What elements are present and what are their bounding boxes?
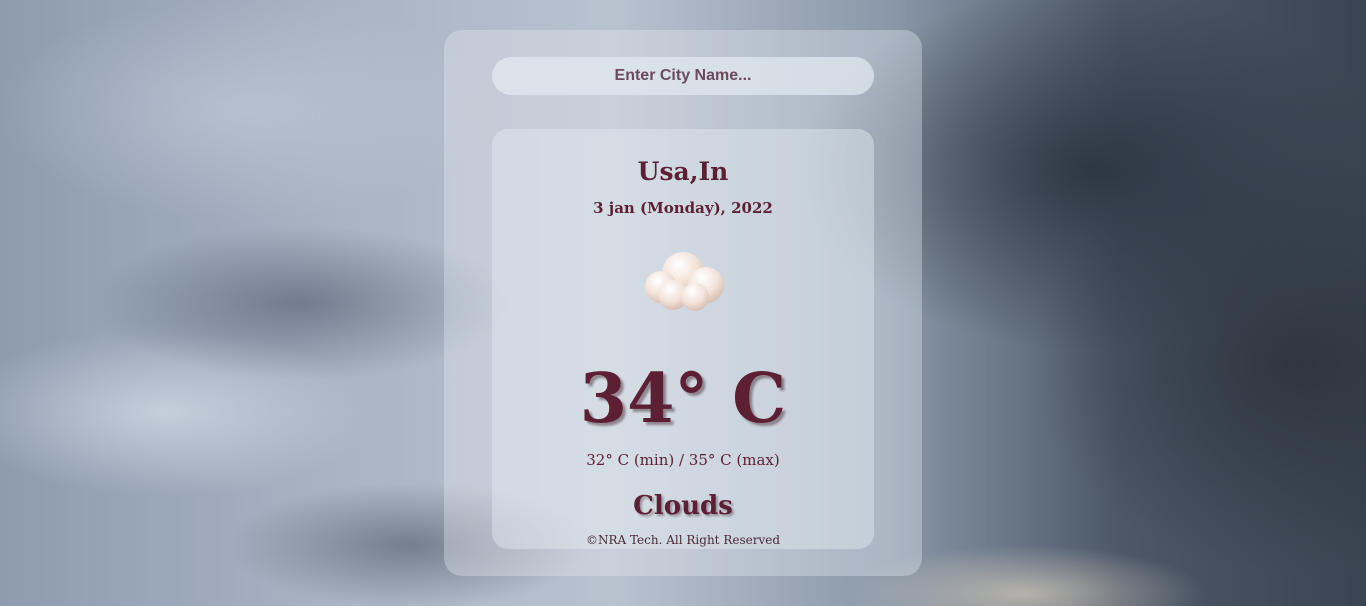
temperature: 34° C: [579, 359, 787, 439]
copyright-footer: ©NRA Tech. All Right Reserved: [585, 533, 781, 547]
weather-panel: Usa,In 3 jan (Monday), 2022 34° C 32° C …: [492, 129, 874, 549]
cloud-icon: [633, 247, 733, 317]
weather-card: Usa,In 3 jan (Monday), 2022: [444, 30, 922, 576]
city-search-input[interactable]: [492, 57, 874, 95]
current-date: 3 jan (Monday), 2022: [593, 199, 773, 217]
weather-condition: Clouds: [633, 491, 733, 521]
city-name: Usa,In: [637, 157, 729, 186]
min-max-temperature: 32° C (min) / 35° C (max): [586, 451, 780, 469]
